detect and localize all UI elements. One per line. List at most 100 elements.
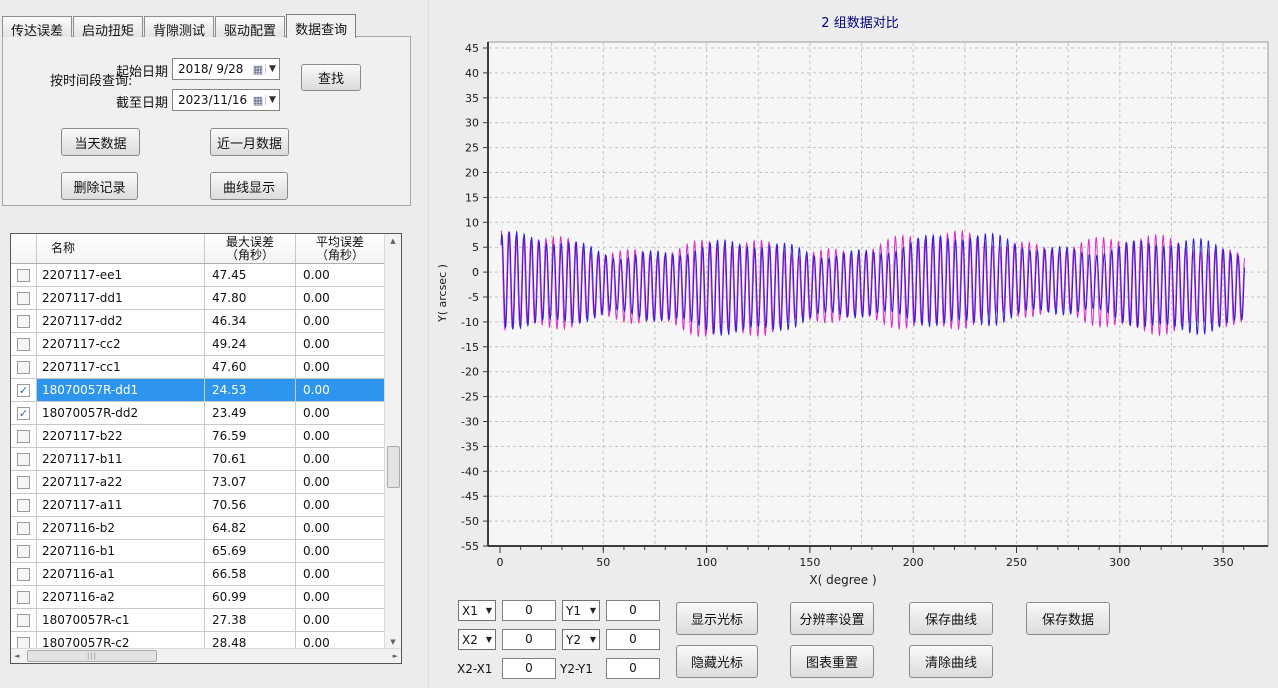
y2-cursor-select[interactable]: Y2▼ — [562, 629, 600, 650]
row-checkbox[interactable] — [17, 591, 30, 604]
tab-数据查询[interactable]: 数据查询 — [286, 14, 356, 38]
svg-text:30: 30 — [465, 117, 479, 130]
last-month-data-button[interactable]: 近一月数据 — [210, 128, 289, 156]
table-row[interactable]: 2207116-a166.580.00 — [11, 563, 384, 586]
svg-text:0: 0 — [472, 266, 479, 279]
row-checkbox[interactable] — [17, 453, 30, 466]
show-cursor-button[interactable]: 显示光标 — [676, 602, 758, 635]
svg-text:-40: -40 — [461, 465, 479, 478]
row-avg-error: 0.00 — [296, 402, 384, 425]
row-name: 2207116-a2 — [37, 586, 205, 609]
clear-curve-button[interactable]: 清除曲线 — [909, 645, 993, 678]
resolution-settings-button[interactable]: 分辨率设置 — [790, 602, 874, 635]
row-max-error: 65.69 — [205, 540, 296, 563]
row-avg-error: 0.00 — [296, 379, 384, 402]
tab-启动扭矩[interactable]: 启动扭矩 — [73, 16, 143, 37]
chart-reset-button[interactable]: 图表重置 — [790, 645, 874, 678]
calendar-icon[interactable]: ▦ — [251, 63, 265, 76]
row-avg-error: 0.00 — [296, 425, 384, 448]
row-checkbox[interactable] — [17, 338, 30, 351]
dy-value-field[interactable]: 0 — [606, 658, 660, 679]
row-max-error: 47.60 — [205, 356, 296, 379]
table-row[interactable]: 2207116-b165.690.00 — [11, 540, 384, 563]
row-checkbox[interactable] — [17, 499, 30, 512]
table-row[interactable]: 2207117-b2276.590.00 — [11, 425, 384, 448]
horizontal-scroll-thumb[interactable]: ||| — [27, 650, 157, 662]
chart-title: 2 组数据对比 — [755, 12, 965, 31]
table-row[interactable]: 2207117-dd246.340.00 — [11, 310, 384, 333]
row-checkbox[interactable] — [17, 545, 30, 558]
show-curve-button[interactable]: 曲线显示 — [210, 172, 288, 200]
row-checkbox[interactable] — [17, 430, 30, 443]
table-row[interactable]: 2207117-a1170.560.00 — [11, 494, 384, 517]
tab-传达误差[interactable]: 传达误差 — [2, 16, 72, 37]
table-row[interactable]: 2207117-b1170.610.00 — [11, 448, 384, 471]
calendar-icon[interactable]: ▦ — [251, 94, 265, 107]
svg-text:-5: -5 — [468, 291, 479, 304]
row-name: 2207117-dd1 — [37, 287, 205, 310]
table-row[interactable]: ✓18070057R-dd223.490.00 — [11, 402, 384, 425]
svg-text:5: 5 — [472, 241, 479, 254]
row-avg-error: 0.00 — [296, 540, 384, 563]
delete-record-button[interactable]: 删除记录 — [61, 172, 138, 200]
row-checkbox[interactable] — [17, 315, 30, 328]
vertical-scrollbar[interactable]: ▲ ▼ — [384, 234, 401, 649]
row-checkbox[interactable] — [17, 476, 30, 489]
x1-value-field[interactable]: 0 — [502, 600, 556, 621]
chevron-down-icon[interactable]: ▼ — [265, 95, 279, 105]
today-data-button[interactable]: 当天数据 — [61, 128, 140, 156]
y2-value-field[interactable]: 0 — [606, 629, 660, 650]
table-row[interactable]: 2207117-ee147.450.00 — [11, 264, 384, 287]
search-button[interactable]: 查找 — [301, 64, 361, 91]
table-row[interactable]: 2207116-a260.990.00 — [11, 586, 384, 609]
table-row[interactable]: 2207117-cc147.600.00 — [11, 356, 384, 379]
scroll-up-icon[interactable]: ▲ — [385, 237, 401, 245]
svg-text:100: 100 — [696, 556, 717, 569]
table-row[interactable]: ✓18070057R-dd124.530.00 — [11, 379, 384, 402]
table-row[interactable]: 18070057R-c127.380.00 — [11, 609, 384, 632]
row-max-error: 60.99 — [205, 586, 296, 609]
row-checkbox[interactable]: ✓ — [17, 384, 30, 397]
scroll-right-icon[interactable]: ► — [393, 652, 398, 660]
vertical-scroll-thumb[interactable] — [387, 446, 400, 488]
row-checkbox[interactable] — [17, 292, 30, 305]
row-name: 18070057R-dd2 — [37, 402, 205, 425]
tab-背隙测试[interactable]: 背隙测试 — [144, 16, 214, 37]
row-checkbox[interactable] — [17, 568, 30, 581]
scroll-down-icon[interactable]: ▼ — [385, 638, 401, 646]
save-data-button[interactable]: 保存数据 — [1026, 602, 1110, 635]
row-checkbox[interactable] — [17, 361, 30, 374]
row-max-error: 70.56 — [205, 494, 296, 517]
row-max-error: 46.34 — [205, 310, 296, 333]
hide-cursor-button[interactable]: 隐藏光标 — [676, 645, 758, 678]
app-window: 传达误差启动扭矩背隙测试驱动配置数据查询 按时间段查询: 起始日期 2018/ … — [0, 0, 1278, 688]
chevron-down-icon[interactable]: ▼ — [265, 64, 279, 74]
table-row[interactable]: 2207117-cc249.240.00 — [11, 333, 384, 356]
y1-cursor-select[interactable]: Y1▼ — [562, 600, 600, 621]
table-row[interactable]: 2207117-a2273.070.00 — [11, 471, 384, 494]
save-curve-button[interactable]: 保存曲线 — [909, 602, 993, 635]
end-date-picker[interactable]: 2023/11/16 ▦ ▼ — [172, 89, 280, 111]
tab-驱动配置[interactable]: 驱动配置 — [215, 16, 285, 37]
horizontal-scrollbar[interactable]: ◄ ||| ► — [11, 648, 401, 663]
row-name: 2207117-ee1 — [37, 264, 205, 287]
row-max-error: 76.59 — [205, 425, 296, 448]
svg-text:10: 10 — [465, 216, 479, 229]
row-checkbox[interactable] — [17, 522, 30, 535]
y1-value-field[interactable]: 0 — [606, 600, 660, 621]
row-checkbox[interactable] — [17, 269, 30, 282]
scroll-left-icon[interactable]: ◄ — [14, 652, 19, 660]
svg-text:25: 25 — [465, 142, 479, 155]
table-row[interactable]: 2207117-dd147.800.00 — [11, 287, 384, 310]
x2-cursor-select[interactable]: X2▼ — [458, 629, 496, 650]
row-checkbox[interactable]: ✓ — [17, 407, 30, 420]
row-avg-error: 0.00 — [296, 586, 384, 609]
row-name: 18070057R-dd1 — [37, 379, 205, 402]
row-name: 2207117-dd2 — [37, 310, 205, 333]
table-row[interactable]: 2207116-b264.820.00 — [11, 517, 384, 540]
dx-value-field[interactable]: 0 — [502, 658, 556, 679]
x2-value-field[interactable]: 0 — [502, 629, 556, 650]
x1-cursor-select[interactable]: X1▼ — [458, 600, 496, 621]
row-checkbox[interactable] — [17, 614, 30, 627]
start-date-picker[interactable]: 2018/ 9/28 ▦ ▼ — [172, 58, 280, 80]
